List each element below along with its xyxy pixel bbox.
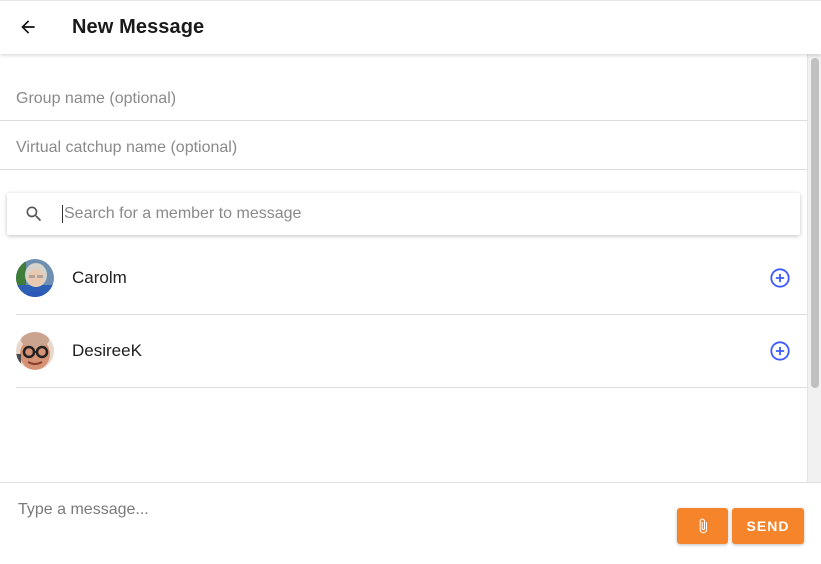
scroll-thumb[interactable]	[811, 58, 819, 388]
member-search-input[interactable]	[62, 205, 784, 223]
message-form: Carolm DesireeK	[0, 54, 807, 482]
group-name-field	[0, 72, 807, 121]
group-name-input[interactable]	[16, 90, 776, 108]
avatar-carolm	[16, 259, 54, 297]
add-circle-icon[interactable]	[769, 267, 791, 289]
member-name: Carolm	[72, 268, 127, 287]
member-search-box	[7, 193, 800, 235]
back-button[interactable]	[14, 13, 42, 41]
member-row-carolm[interactable]: Carolm	[16, 242, 807, 315]
arrow-left-icon	[21, 20, 35, 34]
search-icon	[26, 206, 42, 222]
member-name: DesireeK	[72, 341, 142, 360]
attach-button[interactable]	[677, 508, 728, 544]
send-button[interactable]: SEND	[732, 508, 804, 544]
avatar-desireek	[16, 332, 54, 370]
member-row-desireek[interactable]: DesireeK	[16, 315, 807, 388]
catchup-name-field	[0, 121, 807, 170]
page-title: New Message	[72, 16, 205, 38]
paperclip-icon	[699, 518, 707, 534]
message-input[interactable]	[18, 501, 658, 541]
app-header: New Message	[0, 0, 821, 54]
new-message-screen: New Message Group name (optional) Virtua…	[0, 0, 821, 564]
scrollbar[interactable]	[807, 54, 821, 482]
add-circle-icon[interactable]	[769, 340, 791, 362]
message-composer: SEND	[0, 482, 821, 564]
catchup-name-input[interactable]	[16, 139, 776, 157]
